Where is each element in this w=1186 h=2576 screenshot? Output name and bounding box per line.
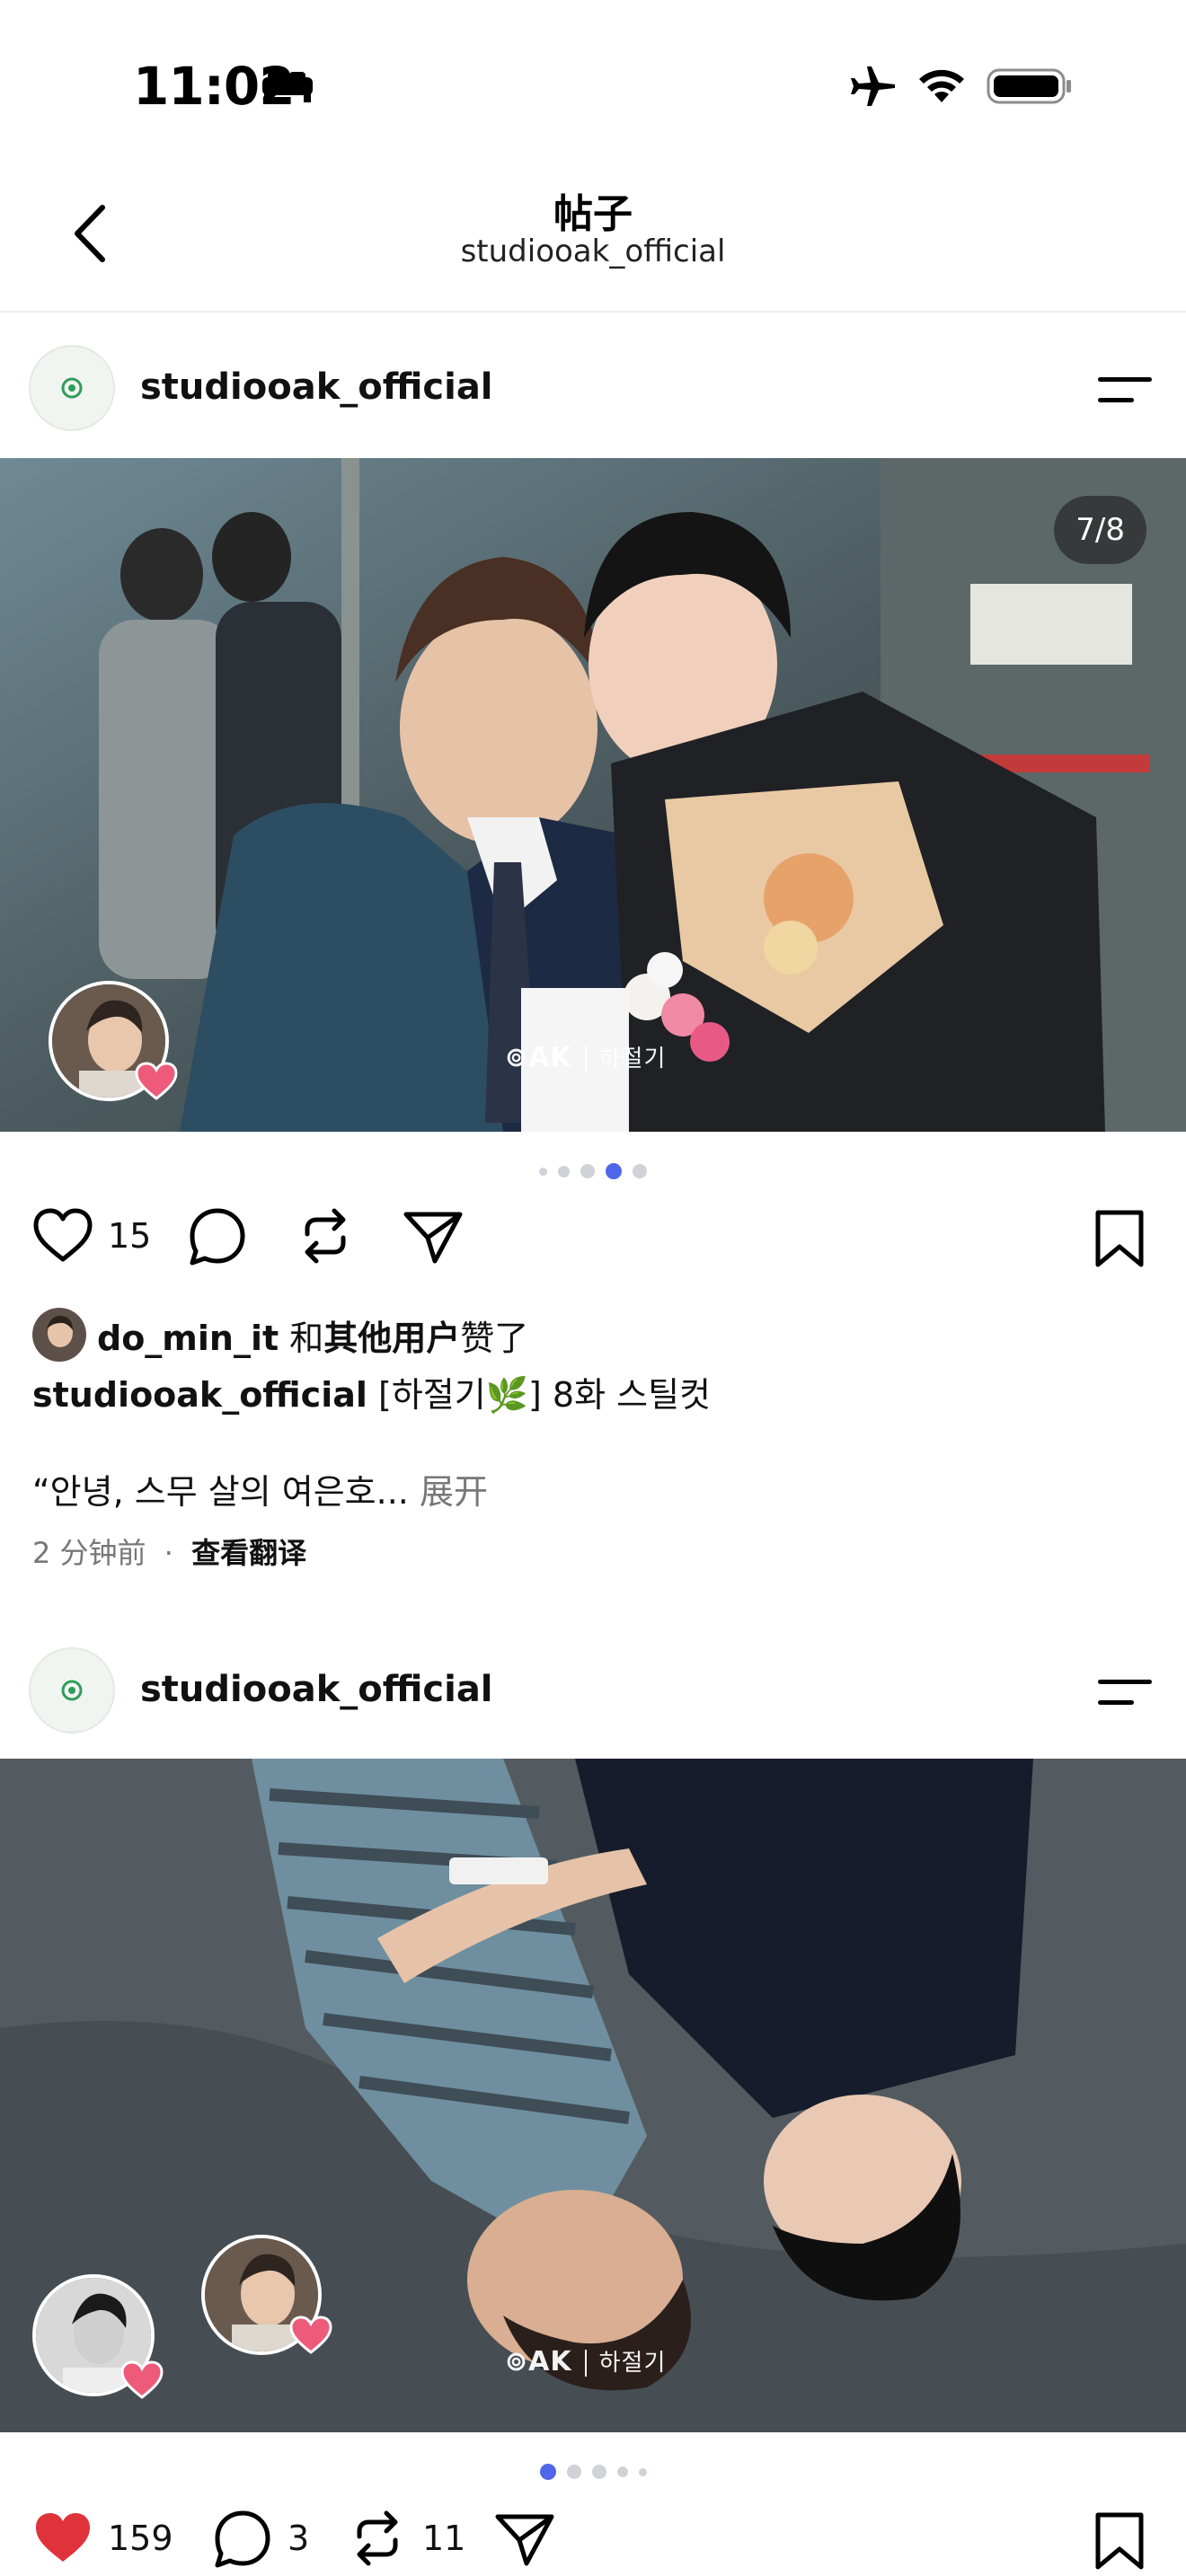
carousel-dot <box>638 2467 647 2476</box>
photo-image <box>0 458 1186 1132</box>
post-header: studiooak_official <box>0 314 1186 458</box>
carousel-dot <box>591 2465 606 2479</box>
send-icon <box>403 1212 463 1264</box>
caption-second-line: “안녕, 스무 살의 여은호... 展开 <box>32 1464 488 1513</box>
heart-filled-icon <box>36 2513 90 2562</box>
share-button[interactable] <box>401 1204 465 1268</box>
expand-caption-button[interactable]: 展开 <box>420 1472 488 1512</box>
post-username[interactable]: studiooak_official <box>140 366 493 408</box>
comment-button[interactable] <box>185 1204 250 1268</box>
repost-icon <box>305 1208 346 1264</box>
post-actions: 159 3 11 <box>0 2506 1186 2576</box>
bookmark-icon[interactable] <box>1093 2511 1146 2571</box>
airplane-mode-icon <box>851 66 895 106</box>
more-options-icon[interactable] <box>1096 1672 1154 1712</box>
watermark-brand: ⊚AK <box>505 1042 572 1073</box>
carousel-dot <box>580 1164 595 1178</box>
comment-button[interactable]: 3 <box>210 2506 309 2571</box>
page-title: 帖子 <box>553 191 633 237</box>
watermark: ⊚AK 하절기 <box>505 2344 667 2378</box>
repost-icon <box>357 2510 398 2566</box>
avatar[interactable] <box>29 345 115 431</box>
carousel-dot <box>633 1164 647 1178</box>
wifi-icon <box>919 69 964 102</box>
liker-avatar <box>32 1308 86 1362</box>
post-photo[interactable]: 7/8 ⊚AK 하절기 <box>0 458 1186 1132</box>
post-time: 2 分钟前 <box>32 1536 146 1570</box>
like-button[interactable]: 15 <box>31 1204 151 1268</box>
send-icon <box>495 2514 554 2566</box>
post-caption: studiooak_official [하절기🌿] 8화 스틸컷 <box>32 1367 711 1416</box>
heart-badge-icon <box>289 2316 332 2354</box>
studio-logo-icon <box>61 1680 83 1701</box>
liked-by-joiner: 和 <box>289 1318 324 1358</box>
liked-by-others[interactable]: 其他用户 <box>323 1319 460 1358</box>
see-translation-button[interactable]: 查看翻译 <box>191 1536 306 1570</box>
like-button[interactable]: 159 <box>31 2506 173 2571</box>
photo-image <box>0 1759 1186 2432</box>
caption-line-2: “안녕, 스무 살의 여은호... <box>32 1472 409 1512</box>
like-count: 159 <box>108 2519 173 2558</box>
carousel-dot <box>558 1165 570 1178</box>
comment-icon <box>215 2510 270 2568</box>
watermark: ⊚AK 하절기 <box>505 1040 667 1073</box>
carousel-dot <box>616 2466 628 2477</box>
repost-button[interactable]: 11 <box>345 2506 465 2571</box>
liker-username[interactable]: do_min_it <box>97 1319 279 1358</box>
meta-separator: · <box>164 1536 173 1570</box>
comment-icon <box>190 1208 245 1266</box>
watermark-title: 하절기 <box>584 1045 667 1072</box>
caption-text: [하절기🌿] 8화 스틸컷 <box>378 1375 712 1415</box>
post-photo[interactable]: ⊚AK 하절기 <box>0 1759 1186 2432</box>
more-options-icon[interactable] <box>1096 370 1154 410</box>
studio-logo-icon <box>61 377 83 399</box>
comment-count: 3 <box>288 2519 310 2558</box>
battery-icon <box>987 68 1071 104</box>
share-button[interactable] <box>492 2506 557 2571</box>
heart-icon <box>33 1208 93 1262</box>
carousel-dots <box>0 1162 1186 1180</box>
watermark-title: 하절기 <box>584 2350 667 2377</box>
heart-badge-icon <box>135 1062 178 1100</box>
repost-button[interactable] <box>293 1204 358 1268</box>
liked-by-line[interactable]: do_min_it 和其他用户赞了 <box>32 1308 528 1362</box>
post-username[interactable]: studiooak_official <box>140 1669 493 1710</box>
post-meta: 2 分钟前 · 查看翻译 <box>32 1531 306 1572</box>
carousel-dot <box>539 1167 547 1176</box>
caption-username[interactable]: studiooak_official <box>32 1375 367 1415</box>
repost-count: 11 <box>422 2519 466 2558</box>
carousel-dot <box>566 2465 581 2479</box>
avatar[interactable] <box>29 1647 115 1734</box>
post-header: studiooak_official <box>0 1617 1186 1760</box>
like-count: 15 <box>108 1216 152 1256</box>
liked-by-suffix: 赞了 <box>460 1318 529 1358</box>
heart-badge-icon <box>120 2360 164 2399</box>
watermark-brand: ⊚AK <box>505 2346 572 2378</box>
bookmark-icon[interactable] <box>1093 1209 1146 1268</box>
page-subtitle: studiooak_official <box>460 234 726 269</box>
status-bar: 11:02 <box>0 0 1186 162</box>
carousel-dot-active <box>606 1163 622 1179</box>
nav-header: 帖子 studiooak_official <box>0 162 1186 313</box>
carousel-dot-active <box>539 2464 556 2480</box>
sleep-focus-icon <box>262 72 313 102</box>
photo-counter: 7/8 <box>1054 496 1146 564</box>
post-actions: 15 <box>0 1204 1186 1284</box>
carousel-dots <box>0 2463 1186 2481</box>
